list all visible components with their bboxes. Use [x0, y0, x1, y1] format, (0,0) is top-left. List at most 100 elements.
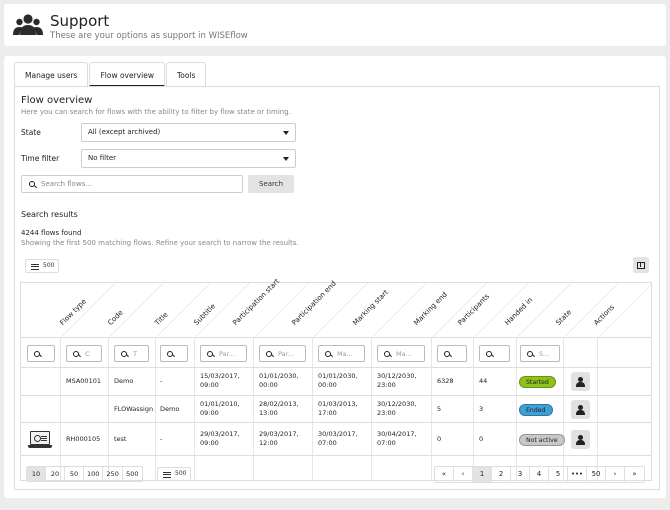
page-size-100[interactable]: 100 [84, 467, 104, 481]
cell-handed-in: 44 [479, 377, 488, 385]
column-header-marking-start[interactable]: Marking start [351, 288, 390, 327]
cell-code: FLOWassign [114, 405, 154, 413]
search-placeholder: Search flows... [41, 180, 93, 188]
person-icon [578, 434, 583, 440]
ellipsis-button[interactable]: ••• [568, 467, 587, 482]
cell-participants: 6328 [437, 377, 454, 385]
page-size-250[interactable]: 250 [103, 467, 123, 481]
cell-title: Demo [114, 377, 134, 385]
search-icon [384, 350, 391, 358]
column-header-subtitle[interactable]: Subtitle [192, 302, 217, 327]
cell-participants: 5 [437, 405, 442, 413]
cell-participation-start: 29/03/2017, 09:00 [200, 430, 240, 447]
cell-marking-start: 01/01/2030, 00:00 [318, 372, 358, 389]
rows-per-page-button[interactable]: 500 [25, 259, 59, 273]
filter-flow-type[interactable] [27, 345, 55, 362]
filter-handed-in[interactable] [479, 345, 510, 362]
column-chooser-button[interactable] [633, 257, 649, 273]
filter-marking-start[interactable]: Ma... [318, 345, 365, 362]
search-icon [73, 350, 80, 358]
pagination: « ‹ 1 2 3 4 5 ••• 50 › » [434, 466, 645, 483]
tab-manage-users[interactable]: Manage users [14, 62, 89, 87]
column-header-flow-type[interactable]: Flow type [58, 297, 88, 327]
filter-subtitle[interactable] [160, 345, 188, 362]
cell-marking-start: 01/03/2013, 17:00 [318, 400, 358, 417]
prev-page-button[interactable]: ‹ [454, 467, 473, 482]
page-5-button[interactable]: 5 [549, 467, 568, 482]
first-page-button[interactable]: « [435, 467, 454, 482]
column-header-participation-start[interactable]: Participation start [231, 277, 281, 327]
cell-participation-end: 29/03/2017, 12:00 [259, 430, 299, 447]
rows-per-page-button-bottom[interactable]: 500 [157, 467, 191, 481]
columns-icon [637, 261, 645, 269]
filter-participants[interactable] [437, 345, 467, 362]
page-3-button[interactable]: 3 [511, 467, 530, 482]
list-icon [163, 471, 171, 478]
column-header-state[interactable]: State [554, 308, 573, 327]
filter-participation-start[interactable]: Par... [200, 345, 247, 362]
users-group-icon [13, 14, 43, 35]
cell-handed-in: 3 [479, 405, 484, 413]
search-icon [34, 350, 41, 358]
cell-participation-start: 01/01/2010, 09:00 [200, 400, 240, 417]
page-size-10[interactable]: 10 [27, 467, 46, 481]
rows-per-page-value: 500 [43, 262, 55, 269]
page-size-50[interactable]: 50 [65, 467, 84, 481]
state-select-value: All (except archived) [88, 128, 161, 136]
cell-participants: 0 [437, 435, 442, 443]
state-label: State [21, 128, 41, 137]
user-action-button[interactable] [571, 430, 590, 449]
page-50-button[interactable]: 50 [587, 467, 606, 482]
time-filter-select-value: No filter [88, 154, 117, 162]
laptop-icon [28, 431, 52, 449]
page-title: Support [50, 12, 110, 30]
column-header-handed-in[interactable]: Handed in [503, 296, 534, 327]
filter-title[interactable]: T [114, 345, 149, 362]
page-1-button[interactable]: 1 [473, 467, 492, 482]
next-page-button[interactable]: › [606, 467, 625, 482]
search-icon [207, 350, 214, 358]
filter-marking-end[interactable]: Ma... [377, 345, 425, 362]
last-page-button[interactable]: » [625, 467, 644, 482]
flow-overview-content: Flow overview Here you can search for fl… [14, 86, 660, 490]
filter-state[interactable]: S... [520, 345, 560, 362]
time-filter-select[interactable]: No filter [81, 149, 296, 168]
section-description: Here you can search for flows with the a… [21, 108, 291, 116]
results-note: Showing the first 500 matching flows. Re… [21, 239, 299, 247]
page-size-20[interactable]: 20 [46, 467, 65, 481]
cell-participation-end: 28/02/2013, 13:00 [259, 400, 299, 417]
list-icon [31, 263, 39, 270]
cell-marking-end: 30/04/2017, 07:00 [377, 430, 417, 447]
page-4-button[interactable]: 4 [530, 467, 549, 482]
search-icon [167, 350, 174, 358]
cell-handed-in: 0 [479, 435, 484, 443]
page-2-button[interactable]: 2 [492, 467, 511, 482]
column-header-participants[interactable]: Participants [456, 292, 491, 327]
state-select[interactable]: All (except archived) [81, 123, 296, 142]
tab-tools[interactable]: Tools [165, 62, 207, 87]
tab-bar: Manage users Flow overview Tools [14, 62, 207, 87]
tab-flow-overview[interactable]: Flow overview [89, 62, 165, 87]
cell-marking-start: 30/03/2017, 07:00 [318, 430, 358, 447]
column-header-marking-end[interactable]: Marking end [412, 291, 448, 327]
filter-code[interactable]: C [66, 345, 102, 362]
table-row[interactable]: RH000105 test - 29/03/2017, 09:00 29/03/… [21, 423, 651, 456]
search-flows-input[interactable]: Search flows... [21, 175, 243, 193]
caret-down-icon [283, 157, 289, 161]
cell-code: RH000105 [66, 435, 101, 443]
user-action-button[interactable] [571, 372, 590, 391]
table-row[interactable]: MSA00101 Demo - 15/03/2017, 09:00 01/01/… [21, 368, 651, 396]
flows-table: Flow type Code Title Subtitle Participat… [20, 277, 653, 481]
section-title: Flow overview [21, 95, 93, 106]
results-count: 4244 flows found [21, 229, 82, 237]
cell-title: test [114, 435, 127, 443]
page-header: Support These are your options as suppor… [4, 4, 666, 46]
search-icon [121, 350, 128, 358]
search-button[interactable]: Search [248, 175, 294, 193]
filter-participation-end[interactable]: Par... [259, 345, 306, 362]
user-action-button[interactable] [571, 400, 590, 419]
page-size-500[interactable]: 500 [123, 467, 142, 481]
table-row[interactable]: FLOWassign Demo 01/01/2010, 09:00 28/02/… [21, 396, 651, 423]
caret-down-icon [283, 131, 289, 135]
page-size-selector: 10 20 50 100 250 500 [26, 466, 143, 482]
